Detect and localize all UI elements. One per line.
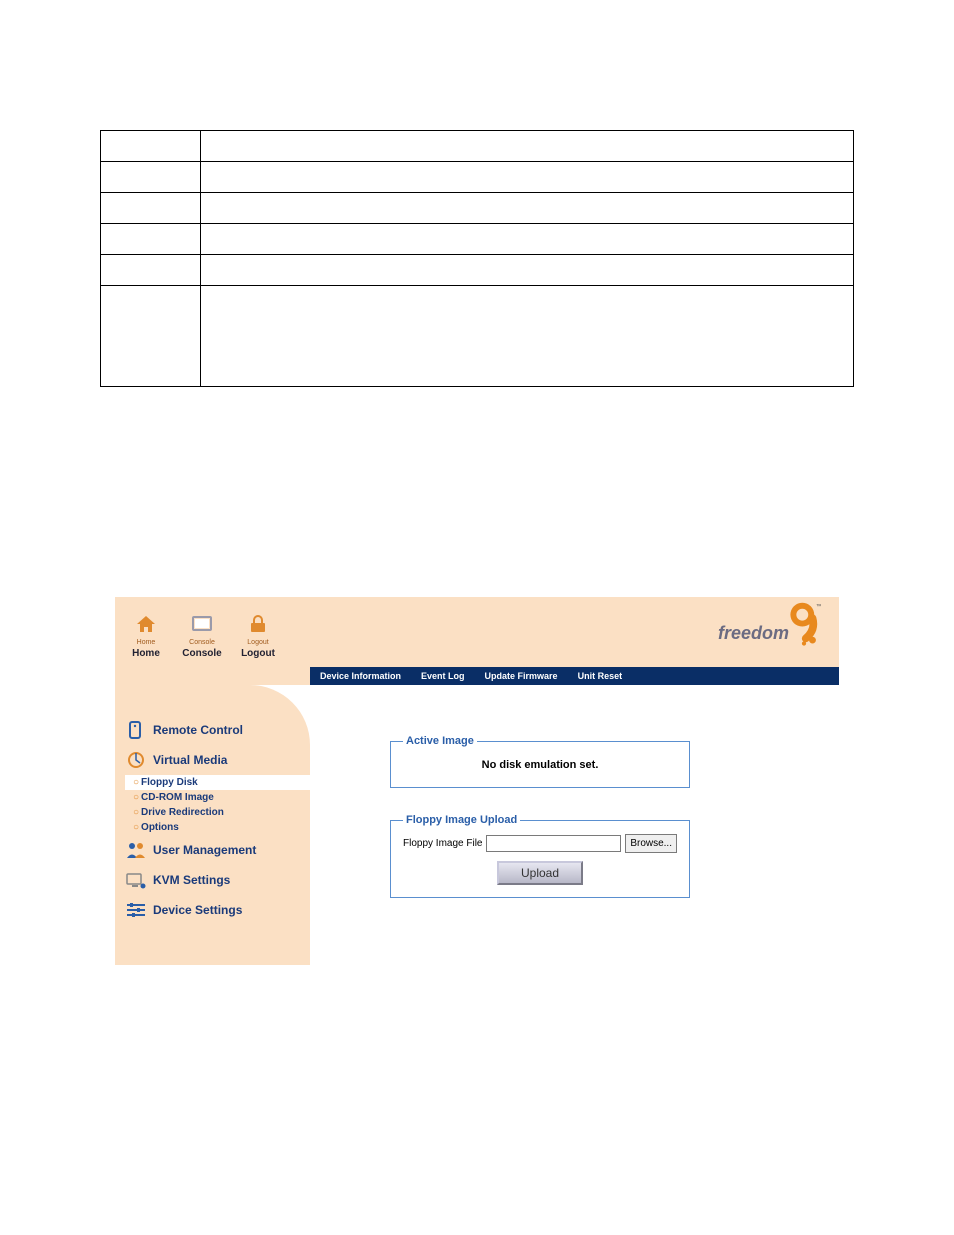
home-main-label: Home <box>132 648 160 659</box>
users-icon <box>125 839 147 861</box>
floppy-file-input[interactable] <box>486 835 621 852</box>
sidebar-sub-cdrom[interactable]: ○CD-ROM Image <box>125 790 310 805</box>
main-panel: Active Image No disk emulation set. Flop… <box>310 685 839 965</box>
device-icon <box>125 899 147 921</box>
brand-logo: freedom ™ <box>718 601 821 647</box>
floppy-upload-legend: Floppy Image Upload <box>403 814 520 826</box>
kvm-icon <box>125 869 147 891</box>
svg-text:™: ™ <box>816 603 821 610</box>
sidebar-user-mgmt[interactable]: User Management <box>125 835 310 865</box>
sidebar-sub-floppy[interactable]: ○Floppy Disk <box>125 775 310 790</box>
logout-main-label: Logout <box>241 648 275 659</box>
sidebar-sub-options[interactable]: ○Options <box>125 820 310 835</box>
floppy-upload-panel: Floppy Image Upload Floppy Image File Br… <box>390 814 690 898</box>
console-icon <box>190 611 214 637</box>
sidebar-sub-drive-redir-label: Drive Redirection <box>141 805 224 820</box>
nav-update-firmware[interactable]: Update Firmware <box>475 671 568 681</box>
sidebar-kvm-label: KVM Settings <box>153 873 230 887</box>
nine-icon: ™ <box>787 601 821 647</box>
console-button[interactable]: Console Console <box>181 611 223 659</box>
empty-table <box>100 130 854 387</box>
nav-event-log[interactable]: Event Log <box>411 671 475 681</box>
nav-device-info[interactable]: Device Information <box>310 671 411 681</box>
brand-text: freedom <box>718 623 789 643</box>
sidebar-virtual-media-label: Virtual Media <box>153 753 227 767</box>
home-icon <box>135 611 157 637</box>
nav-bar: Device Information Event Log Update Firm… <box>310 667 839 685</box>
active-image-status: No disk emulation set. <box>403 755 677 775</box>
remote-control-icon <box>125 719 147 741</box>
sidebar-virtual-media[interactable]: Virtual Media <box>125 745 310 775</box>
console-main-label: Console <box>182 648 221 659</box>
app-window: Home Home Console Console Logout Logout … <box>115 597 839 965</box>
sidebar: Remote Control Virtual Media ○Floppy Dis… <box>115 685 310 965</box>
console-small-label: Console <box>189 639 215 646</box>
sidebar-sub-options-label: Options <box>141 820 179 835</box>
sidebar-remote-control-label: Remote Control <box>153 723 243 737</box>
active-image-panel: Active Image No disk emulation set. <box>390 735 690 788</box>
virtual-media-icon <box>125 749 147 771</box>
sidebar-device-label: Device Settings <box>153 903 242 917</box>
logout-small-label: Logout <box>247 639 268 646</box>
home-small-label: Home <box>137 639 156 646</box>
sidebar-sub-drive-redir[interactable]: ○Drive Redirection <box>125 805 310 820</box>
sidebar-sub-floppy-label: Floppy Disk <box>141 775 198 790</box>
sidebar-kvm[interactable]: KVM Settings <box>125 865 310 895</box>
floppy-file-label: Floppy Image File <box>403 838 482 849</box>
home-button[interactable]: Home Home <box>125 611 167 659</box>
sidebar-remote-control[interactable]: Remote Control <box>125 715 310 745</box>
sidebar-user-mgmt-label: User Management <box>153 843 256 857</box>
top-bar: Home Home Console Console Logout Logout … <box>115 597 839 667</box>
sidebar-device[interactable]: Device Settings <box>125 895 310 925</box>
active-image-legend: Active Image <box>403 735 477 747</box>
nav-unit-reset[interactable]: Unit Reset <box>568 671 633 681</box>
logout-button[interactable]: Logout Logout <box>237 611 279 659</box>
upload-button[interactable]: Upload <box>497 861 583 885</box>
sidebar-sub-cdrom-label: CD-ROM Image <box>141 790 214 805</box>
logout-icon <box>247 611 269 637</box>
browse-button[interactable]: Browse... <box>625 834 677 853</box>
